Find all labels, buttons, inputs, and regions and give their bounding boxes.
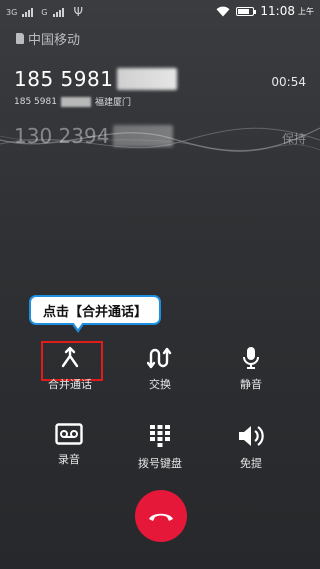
hold-status: 保持 [281, 132, 306, 146]
sim1-network-label: 3G [6, 7, 18, 17]
carrier-name: 中国移动 [28, 33, 81, 48]
dialpad-button[interactable]: 拨号键盘 [120, 423, 200, 471]
active-call-detail: 185 5981 福建厦门 [14, 95, 306, 108]
battery-icon [236, 6, 257, 16]
status-time: 11:08 [260, 4, 295, 18]
active-call-detail-number: 185 5981 [14, 96, 57, 107]
active-call-number: 185 5981 [14, 67, 306, 91]
merge-call-button[interactable]: 合并通话 [30, 346, 110, 392]
speaker-icon [239, 426, 264, 446]
held-call-number: 130 2394 [14, 124, 306, 148]
status-ampm: 上午 [298, 6, 314, 16]
mute-button[interactable]: 静音 [211, 346, 291, 392]
signal-icon-2 [52, 7, 64, 17]
sim-card-icon [16, 33, 24, 44]
mute-label: 静音 [240, 378, 262, 391]
sim2-network-label: G [41, 7, 48, 17]
swap-call-button[interactable]: 交换 [120, 346, 200, 392]
swap-call-label: 交换 [149, 378, 171, 391]
wifi-icon [216, 6, 230, 16]
record-label: 录音 [58, 453, 80, 466]
tooltip-text: 点击【合并通话】 [42, 304, 147, 320]
carrier-label: 中国移动 [16, 29, 80, 48]
signal-icon [22, 7, 34, 17]
redacted-digits-small [60, 96, 91, 107]
dialpad-label: 拨号键盘 [138, 457, 182, 470]
redacted-digits-held [113, 125, 174, 147]
merge-icon [61, 346, 79, 368]
status-bar-left: 3G G Ψ [6, 5, 83, 19]
held-call[interactable]: 130 2394 保持 [14, 124, 306, 148]
merge-call-label: 合并通话 [48, 378, 92, 391]
dialpad-icon [150, 425, 170, 447]
status-bar-right: 11:08 上午 [216, 4, 314, 18]
record-icon [55, 423, 83, 445]
speaker-button[interactable]: 免提 [211, 423, 291, 471]
phone-hangup-icon [149, 513, 173, 521]
redacted-digits [117, 68, 178, 90]
record-button[interactable]: 录音 [29, 423, 109, 467]
usb-icon: Ψ [73, 5, 83, 19]
active-call-location: 福建厦门 [94, 98, 131, 108]
microphone-icon [243, 347, 259, 369]
status-bar: 3G G Ψ 11:08 上午 [0, 0, 320, 24]
active-call-number-text: 185 5981 [14, 67, 114, 91]
call-duration: 00:54 [271, 75, 306, 89]
instruction-tooltip: 点击【合并通话】 [29, 295, 161, 333]
active-call[interactable]: 185 5981 185 5981 福建厦门 00:54 [14, 67, 306, 108]
speaker-label: 免提 [240, 457, 262, 470]
hangup-button[interactable] [135, 490, 187, 542]
swap-icon [147, 347, 172, 369]
held-call-number-text: 130 2394 [14, 124, 110, 148]
